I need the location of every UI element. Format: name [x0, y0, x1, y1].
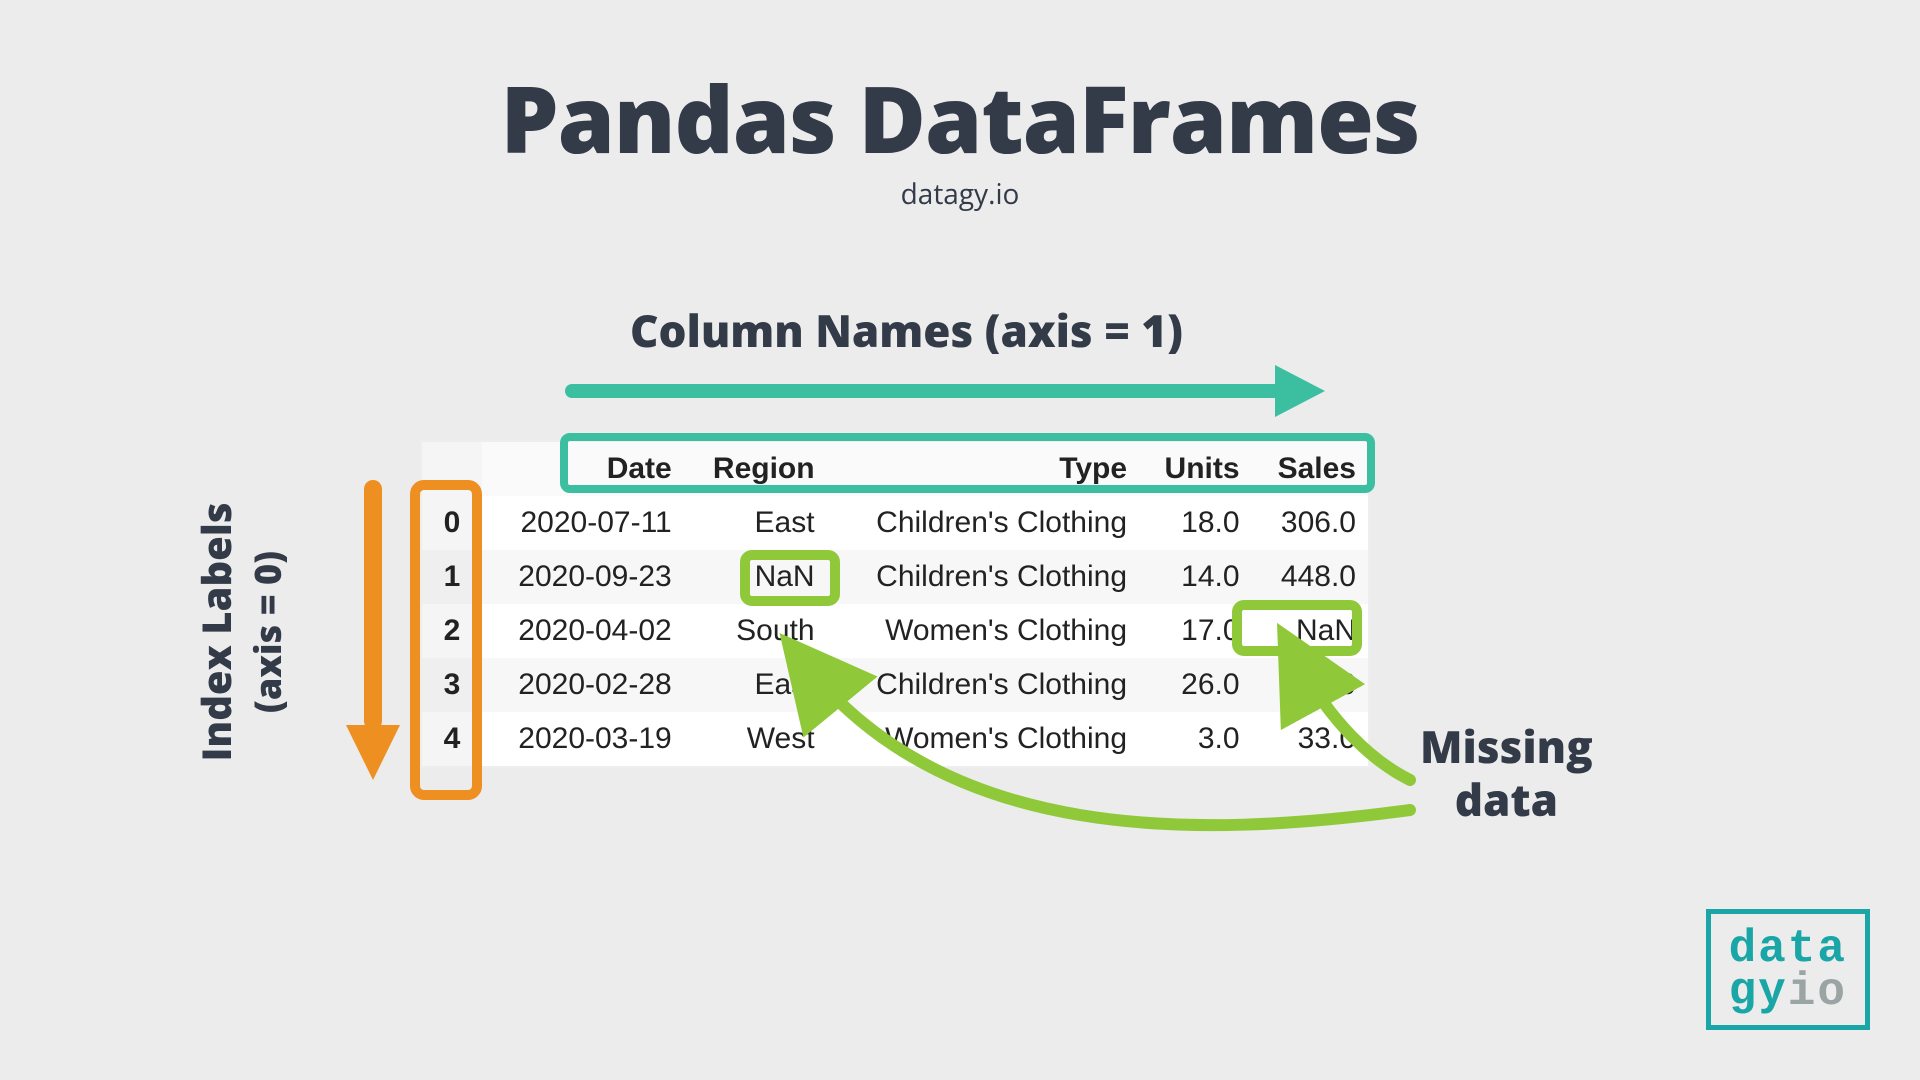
cell: East [684, 496, 827, 550]
index-axis-label-line2: (axis = 0) [243, 452, 292, 812]
cell: 448.0 [1252, 550, 1368, 604]
col-header: Date [482, 442, 684, 496]
col-header: Region [684, 442, 827, 496]
cell: Children's Clothing [827, 496, 1139, 550]
cell: 2020-09-23 [482, 550, 684, 604]
cell: 26.0 [1139, 658, 1252, 712]
missing-data-label-line1: Missing [1420, 720, 1593, 773]
col-header: Sales [1252, 442, 1368, 496]
cell: Women's Clothing [827, 712, 1139, 766]
table-row: 4 2020-03-19 West Women's Clothing 3.0 3… [422, 712, 1368, 766]
cell: 33.0 [1252, 712, 1368, 766]
columns-axis-arrow-icon [565, 370, 1325, 410]
cell: Women's Clothing [827, 604, 1139, 658]
cell: East [684, 658, 827, 712]
page-subtitle: datagy.io [0, 175, 1920, 213]
table-row: 3 2020-02-28 East Children's Clothing 26… [422, 658, 1368, 712]
cell: 2020-02-28 [482, 658, 684, 712]
row-index: 2 [422, 604, 482, 658]
index-header-blank [422, 442, 482, 496]
brand-logo-line2b: io [1788, 966, 1847, 1018]
cell: 18.0 [1139, 496, 1252, 550]
cell: 2020-04-02 [482, 604, 684, 658]
cell-missing: NaN [1252, 604, 1368, 658]
cell: Children's Clothing [827, 658, 1139, 712]
cell-missing: NaN [684, 550, 827, 604]
row-index: 3 [422, 658, 482, 712]
cell: 2020-03-19 [482, 712, 684, 766]
dataframe-table: Date Region Type Units Sales 0 2020-07-1… [420, 440, 1370, 768]
brand-logo: data gyio [1706, 909, 1870, 1030]
col-header: Units [1139, 442, 1252, 496]
table-row: 0 2020-07-11 East Children's Clothing 18… [422, 496, 1368, 550]
cell: 3.0 [1139, 712, 1252, 766]
missing-data-label: Missing data [1420, 720, 1593, 826]
cell: 306.0 [1252, 496, 1368, 550]
missing-data-label-line2: data [1420, 773, 1593, 826]
brand-logo-line1: data [1729, 928, 1847, 972]
table-header-row: Date Region Type Units Sales [422, 442, 1368, 496]
cell: 2020-07-11 [482, 496, 684, 550]
cell: Children's Clothing [827, 550, 1139, 604]
cell: South [684, 604, 827, 658]
col-header: Type [827, 442, 1139, 496]
page-title: Pandas DataFrames [0, 55, 1920, 180]
table-row: 1 2020-09-23 NaN Children's Clothing 14.… [422, 550, 1368, 604]
columns-axis-label: Column Names (axis = 1) [630, 300, 1183, 360]
row-index: 1 [422, 550, 482, 604]
table-row: 2 2020-04-02 South Women's Clothing 17.0… [422, 604, 1368, 658]
cell: 14.0 [1139, 550, 1252, 604]
row-index: 4 [422, 712, 482, 766]
row-index: 0 [422, 496, 482, 550]
index-axis-arrow-icon [350, 480, 400, 780]
brand-logo-line2a: gy [1729, 966, 1788, 1018]
cell: 832.0 [1252, 658, 1368, 712]
cell: West [684, 712, 827, 766]
cell: 17.0 [1139, 604, 1252, 658]
index-axis-label-line1: Index Labels [188, 452, 243, 812]
